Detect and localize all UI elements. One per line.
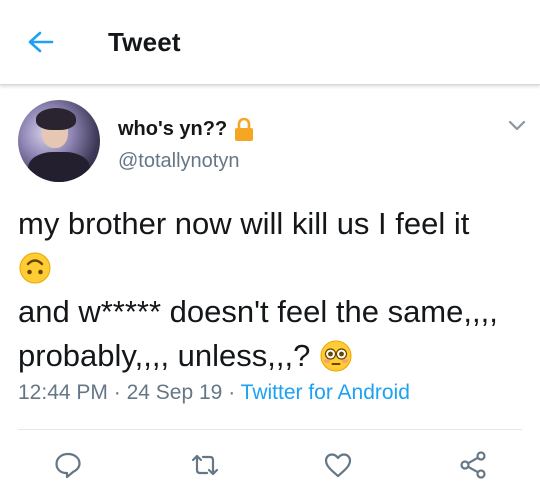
tweet-time: 12:44 PM bbox=[18, 381, 108, 404]
user-handle[interactable]: @totallynotyn bbox=[118, 150, 239, 173]
chevron-down-icon bbox=[508, 120, 526, 131]
tweet-text-line: my brother now will kill us I feel it bbox=[18, 206, 470, 241]
share-button[interactable] bbox=[456, 448, 490, 482]
tweet-date: 24 Sep 19 bbox=[126, 381, 223, 404]
display-name-row[interactable]: who's yn?? bbox=[118, 116, 255, 142]
tweet-metadata: 12:44 PM · 24 Sep 19 · Twitter for Andro… bbox=[18, 381, 410, 405]
tweet-emoji-line bbox=[18, 246, 528, 290]
tweet-text-fragment: probably,,,, unless,,,? bbox=[18, 338, 311, 373]
tweet-text-line: and w***** doesn't feel the same,,,, bbox=[18, 294, 498, 329]
meta-separator: · bbox=[228, 381, 236, 404]
retweet-icon bbox=[191, 454, 219, 476]
tweet-text-line-with-emoji: probably,,,, unless,,,? bbox=[18, 334, 528, 378]
back-button[interactable] bbox=[20, 26, 60, 58]
retweet-button[interactable] bbox=[188, 448, 222, 482]
meta-separator: · bbox=[113, 381, 121, 404]
like-button[interactable] bbox=[321, 448, 355, 482]
page-title: Tweet bbox=[108, 27, 181, 57]
reply-icon bbox=[55, 452, 81, 479]
avatar[interactable] bbox=[18, 100, 100, 182]
more-options-button[interactable] bbox=[505, 115, 529, 135]
top-app-bar: Tweet bbox=[0, 0, 540, 85]
share-icon bbox=[460, 451, 486, 479]
tweet-source-link[interactable]: Twitter for Android bbox=[241, 381, 410, 404]
tweet-action-bar bbox=[0, 440, 540, 490]
tweet-text: my brother now will kill us I feel it an… bbox=[18, 202, 528, 378]
reply-button[interactable] bbox=[51, 448, 85, 482]
back-arrow-icon bbox=[28, 31, 54, 53]
lock-icon bbox=[235, 117, 254, 141]
upside-down-face-emoji bbox=[19, 252, 51, 284]
heart-icon bbox=[324, 453, 352, 478]
flushed-face-emoji bbox=[320, 340, 352, 372]
divider bbox=[18, 429, 522, 430]
display-name: who's yn?? bbox=[118, 117, 228, 140]
